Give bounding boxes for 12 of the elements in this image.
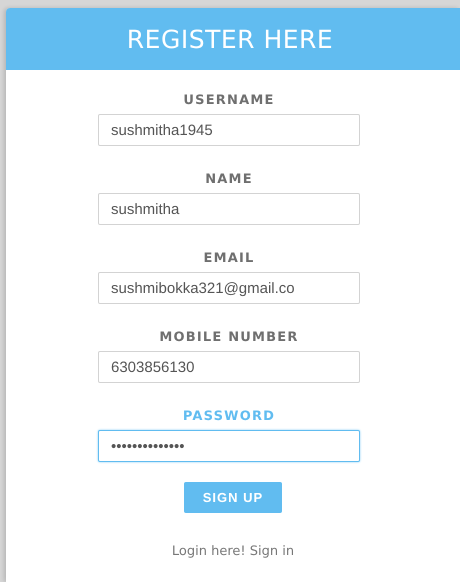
field-label: EMAIL [204, 251, 254, 267]
field-label: USERNAME [183, 93, 275, 109]
input-field[interactable]: •••••••••••••• [98, 430, 360, 462]
field-label: PASSWORD [182, 409, 276, 425]
login-link[interactable]: Login here! Sign in [172, 544, 294, 559]
input-field[interactable]: sushmitha [98, 193, 360, 225]
field-label: NAME [205, 172, 253, 188]
input-field[interactable]: 6303856130 [98, 351, 360, 383]
form-title: REGISTER HERE [126, 24, 334, 54]
field-label: MOBILE NUMBER [159, 330, 299, 346]
input-field[interactable]: sushmitha1945 [98, 114, 360, 146]
input-field[interactable]: sushmibokka321@gmail.co [98, 272, 360, 304]
